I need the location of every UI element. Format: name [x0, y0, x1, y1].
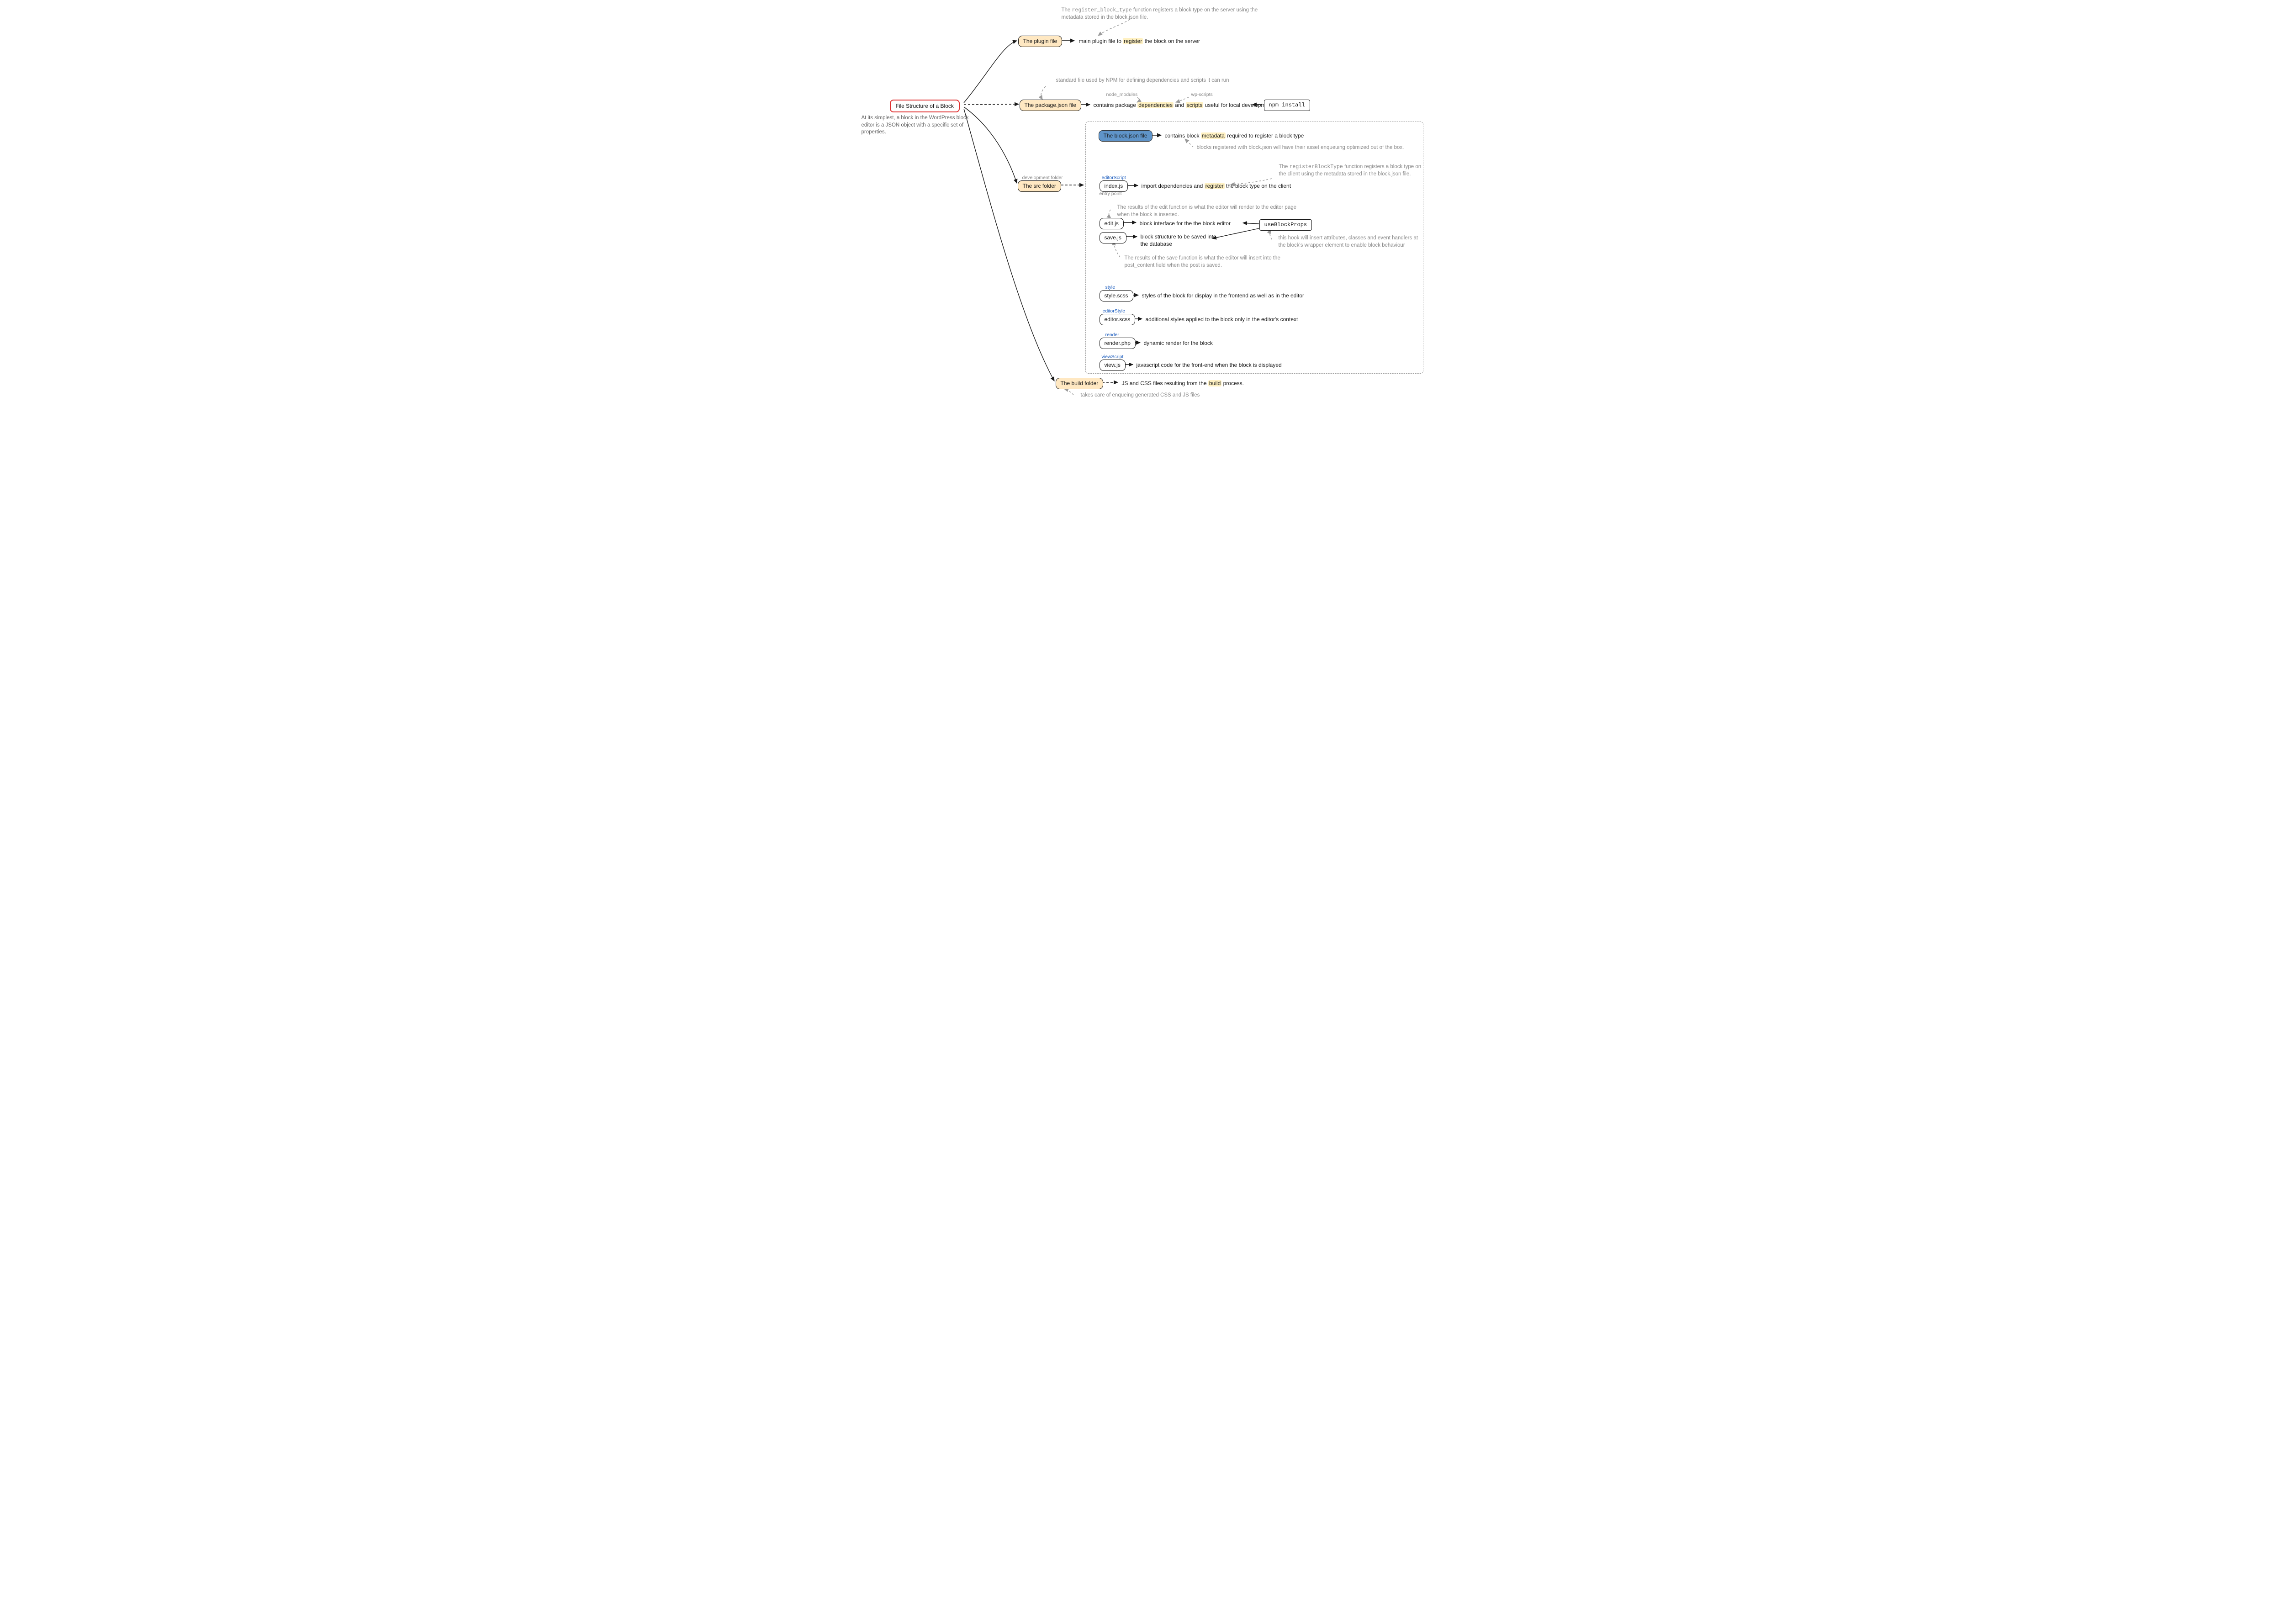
edit-js-node: edit.js: [1100, 218, 1124, 229]
plugin-file-label: The plugin file: [1023, 38, 1057, 44]
save-note: The results of the save function is what…: [1125, 255, 1289, 269]
edit-js-desc: block interface for the the block editor: [1140, 220, 1231, 227]
root-subtitle: At its simplest, a block in the WordPres…: [862, 115, 980, 136]
index-js-label: index.js: [1105, 183, 1123, 189]
npm-install-label: npm install: [1269, 102, 1305, 108]
index-js-desc: import dependencies and register the blo…: [1142, 182, 1291, 190]
editor-scss-desc: additional styles applied to the block o…: [1146, 316, 1298, 323]
package-top-note: standard file used by NPM for defining d…: [1056, 77, 1229, 85]
block-json-desc: contains block metadata required to regi…: [1165, 132, 1304, 139]
style-scss-node: style.scss: [1100, 290, 1133, 302]
editor-scss-node: editor.scss: [1100, 314, 1136, 325]
diagram-canvas: File Structure of a Block At its simples…: [851, 0, 1433, 406]
style-scss-tag: style: [1105, 285, 1116, 290]
editor-scss-label: editor.scss: [1105, 316, 1131, 323]
package-json-label: The package.json file: [1025, 102, 1076, 108]
block-json-node: The block.json file: [1099, 130, 1153, 142]
build-folder-note: takes care of enqueing generated CSS and…: [1081, 392, 1200, 399]
root-node: File Structure of a Block: [890, 100, 960, 112]
render-php-label: render.php: [1105, 340, 1131, 346]
src-dev-tag: development folder: [1022, 175, 1063, 180]
useblockprops-label: useBlockProps: [1264, 222, 1307, 228]
edit-js-label: edit.js: [1105, 220, 1119, 227]
package-json-node: The package.json file: [1020, 100, 1081, 111]
build-folder-node: The build folder: [1056, 378, 1104, 389]
index-js-entry: entry point: [1100, 191, 1122, 196]
editor-scss-tag: editorStyle: [1103, 308, 1126, 314]
src-folder-label: The src folder: [1023, 183, 1056, 189]
style-scss-desc: styles of the block for display in the f…: [1142, 292, 1305, 299]
useblockprops-node: useBlockProps: [1259, 219, 1312, 231]
view-js-tag: viewScript: [1102, 354, 1124, 360]
useblockprops-note: this hook will insert attributes, classe…: [1279, 235, 1420, 249]
root-title: File Structure of a Block: [896, 103, 954, 109]
plugin-file-desc: main plugin file to register the block o…: [1079, 37, 1200, 45]
view-js-label: view.js: [1105, 362, 1121, 368]
package-json-desc: contains package dependencies and script…: [1094, 101, 1274, 109]
save-js-desc: block structure to be saved into the dat…: [1141, 233, 1218, 248]
npm-install-node: npm install: [1264, 100, 1310, 111]
view-js-node: view.js: [1100, 360, 1126, 371]
block-json-client-note: The registerBlockType function registers…: [1279, 164, 1425, 178]
render-php-desc: dynamic render for the block: [1144, 339, 1213, 347]
build-folder-label: The build folder: [1061, 380, 1099, 386]
plugin-top-note: The register_block_type function registe…: [1062, 7, 1272, 21]
node-modules-tag: node_modules: [1106, 92, 1138, 97]
save-js-label: save.js: [1105, 234, 1121, 241]
index-js-node: index.js: [1100, 180, 1128, 192]
edit-note: The results of the edit function is what…: [1117, 204, 1309, 218]
block-json-opt-note: blocks registered with block.json will h…: [1197, 144, 1404, 152]
save-js-node: save.js: [1100, 232, 1126, 243]
src-folder-node: The src folder: [1018, 180, 1061, 192]
style-scss-label: style.scss: [1105, 292, 1128, 299]
block-json-label: The block.json file: [1104, 132, 1147, 139]
plugin-file-node: The plugin file: [1018, 36, 1063, 47]
view-js-desc: javascript code for the front-end when t…: [1137, 361, 1282, 369]
index-js-tag: editorScript: [1102, 175, 1126, 180]
render-php-node: render.php: [1100, 338, 1136, 349]
wp-scripts-tag: wp-scripts: [1191, 92, 1213, 97]
build-folder-desc: JS and CSS files resulting from the buil…: [1122, 380, 1244, 387]
render-php-tag: render: [1105, 332, 1119, 338]
